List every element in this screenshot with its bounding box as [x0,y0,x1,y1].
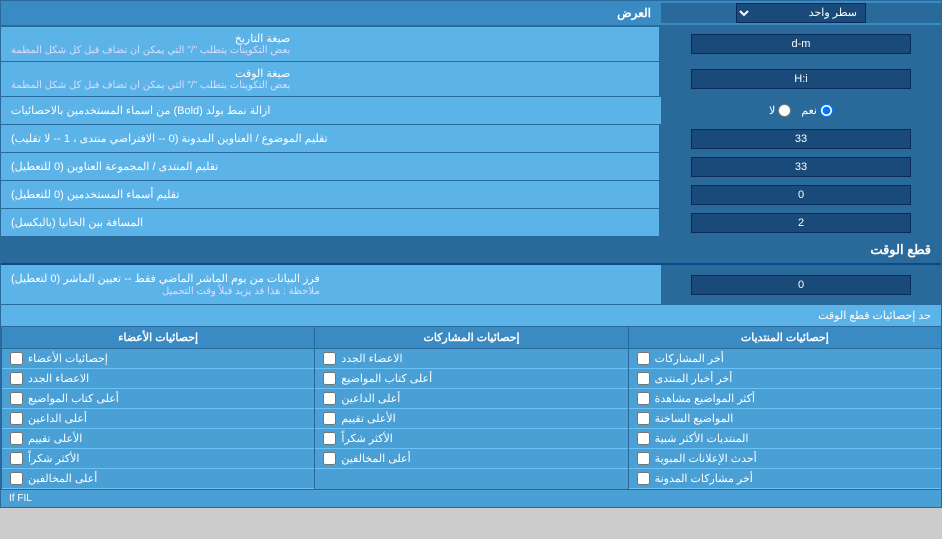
list-item: أعلى المخالفين [315,449,627,469]
col2-checkbox-2[interactable] [323,372,336,385]
cutoff-value-row: فرز البيانات من يوم الماشر الماضي فقط --… [1,265,941,305]
time-format-label: صيغة الوقت بعض التكوينات يتطلب "/" التي … [1,62,661,96]
col2-checkbox-5[interactable] [323,432,336,445]
col3-checkbox-5[interactable] [10,432,23,445]
date-format-row: صيغة التاريخ بعض التكوينات يتطلب "/" الت… [1,27,941,62]
bold-no-label[interactable]: لا [769,104,791,117]
list-item: إحصائيات الأعضاء [2,349,314,369]
cutoff-value-label: فرز البيانات من يوم الماشر الماضي فقط --… [1,265,661,304]
col1-checkbox-5[interactable] [637,432,650,445]
list-item: أخر مشاركات المدونة [629,469,941,489]
bold-yes-label[interactable]: نعم [801,104,833,117]
topics-limit-row: تقليم الموضوع / العناوين المدونة (0 -- ا… [1,125,941,153]
date-format-input-area [661,27,941,61]
col1-checkbox-4[interactable] [637,412,650,425]
list-item: أعلى كتاب المواضيع [2,389,314,409]
list-item: المواضيع الساخنة [629,409,941,429]
time-format-input[interactable] [691,69,911,89]
forum-limit-input-area [661,153,941,180]
col1-checkbox-2[interactable] [637,372,650,385]
col2-checkbox-6[interactable] [323,452,336,465]
time-format-input-area [661,62,941,96]
bold-remove-radio-area: نعم لا [661,97,941,124]
list-item: المنتديات الأكثر شبية [629,429,941,449]
list-item: أعلى الداعين [315,389,627,409]
stats-limit-label: حد إحصائيات قطع الوقت [818,309,931,322]
col1-forums: إحصائيات المنتديات أخر المشاركات أخر أخب… [628,327,941,489]
bold-remove-row: ازالة نمط بولد (Bold) من اسماء المستخدمي… [1,97,941,125]
col2-checkbox-4[interactable] [323,412,336,425]
col1-checkbox-3[interactable] [637,392,650,405]
list-item: أعلى كتاب المواضيع [315,369,627,389]
list-item: أخر المشاركات [629,349,941,369]
forum-limit-input[interactable] [691,157,911,177]
header-label: العرض [1,2,661,24]
users-limit-label: تقليم أسماء المستخدمين (0 للتعطيل) [1,181,661,208]
cutoff-section-header: قطع الوقت [1,237,941,265]
list-item: الأكثر شكراً [2,449,314,469]
users-limit-input-area [661,181,941,208]
col3-checkbox-2[interactable] [10,372,23,385]
time-format-row: صيغة الوقت بعض التكوينات يتطلب "/" التي … [1,62,941,97]
footer-text: If FIL [9,493,32,504]
col2-members: إحصائيات المشاركات الاعضاء الجدد أعلى كت… [314,327,627,489]
col2-header: إحصائيات المشاركات [315,327,627,349]
date-format-input[interactable] [691,34,911,54]
date-format-label: صيغة التاريخ بعض التكوينات يتطلب "/" الت… [1,27,661,61]
list-item: الأعلى تقييم [2,429,314,449]
users-limit-row: تقليم أسماء المستخدمين (0 للتعطيل) [1,181,941,209]
cutoff-value-input-area [661,265,941,304]
cutoff-value-input[interactable] [691,275,911,295]
list-item: أحدث الإعلانات المبوية [629,449,941,469]
list-item: الأعلى تقييم [315,409,627,429]
col2-checkbox-3[interactable] [323,392,336,405]
col1-checkbox-7[interactable] [637,472,650,485]
list-item: الاعضاء الجدد [315,349,627,369]
col3-checkbox-3[interactable] [10,392,23,405]
col3-checkbox-1[interactable] [10,352,23,365]
col3-members-extra: إحصائيات الأعضاء إحصائيات الأعضاء الاعضا… [1,327,314,489]
header-row: العرض سطر واحد سطرين ثلاثة أسطر [1,1,941,27]
gap-input[interactable] [691,213,911,233]
col3-checkbox-7[interactable] [10,472,23,485]
gap-row: المسافة بين الخانيا (بالبكسل) [1,209,941,237]
gap-input-area [661,209,941,236]
col3-checkbox-4[interactable] [10,412,23,425]
bold-remove-label: ازالة نمط بولد (Bold) من اسماء المستخدمي… [1,97,661,124]
col3-header: إحصائيات الأعضاء [2,327,314,349]
list-item: أكثر المواضيع مشاهدة [629,389,941,409]
list-item: أعلى المخالفين [2,469,314,489]
col1-header: إحصائيات المنتديات [629,327,941,349]
topics-limit-input[interactable] [691,129,911,149]
header-select-area: سطر واحد سطرين ثلاثة أسطر [661,3,941,23]
main-container: العرض سطر واحد سطرين ثلاثة أسطر صيغة الت… [0,0,942,508]
footer: If FIL [1,489,941,507]
bold-no-radio[interactable] [778,104,791,117]
list-item: الاعضاء الجدد [2,369,314,389]
stats-grid: إحصائيات المنتديات أخر المشاركات أخر أخب… [1,327,941,489]
topics-limit-input-area [661,125,941,152]
topics-limit-label: تقليم الموضوع / العناوين المدونة (0 -- ا… [1,125,661,152]
col1-checkbox-6[interactable] [637,452,650,465]
stats-limit-row: حد إحصائيات قطع الوقت [1,305,941,327]
gap-label: المسافة بين الخانيا (بالبكسل) [1,209,661,236]
display-select[interactable]: سطر واحد سطرين ثلاثة أسطر [736,3,866,23]
forum-limit-label: تقليم المنتدى / المجموعة العناوين (0 للت… [1,153,661,180]
list-item: الأكثر شكراً [315,429,627,449]
users-limit-input[interactable] [691,185,911,205]
list-item: أعلى الداعين [2,409,314,429]
col3-checkbox-6[interactable] [10,452,23,465]
col1-checkbox-1[interactable] [637,352,650,365]
bold-yes-radio[interactable] [820,104,833,117]
list-item: أخر أخبار المنتدى [629,369,941,389]
forum-limit-row: تقليم المنتدى / المجموعة العناوين (0 للت… [1,153,941,181]
col2-checkbox-1[interactable] [323,352,336,365]
